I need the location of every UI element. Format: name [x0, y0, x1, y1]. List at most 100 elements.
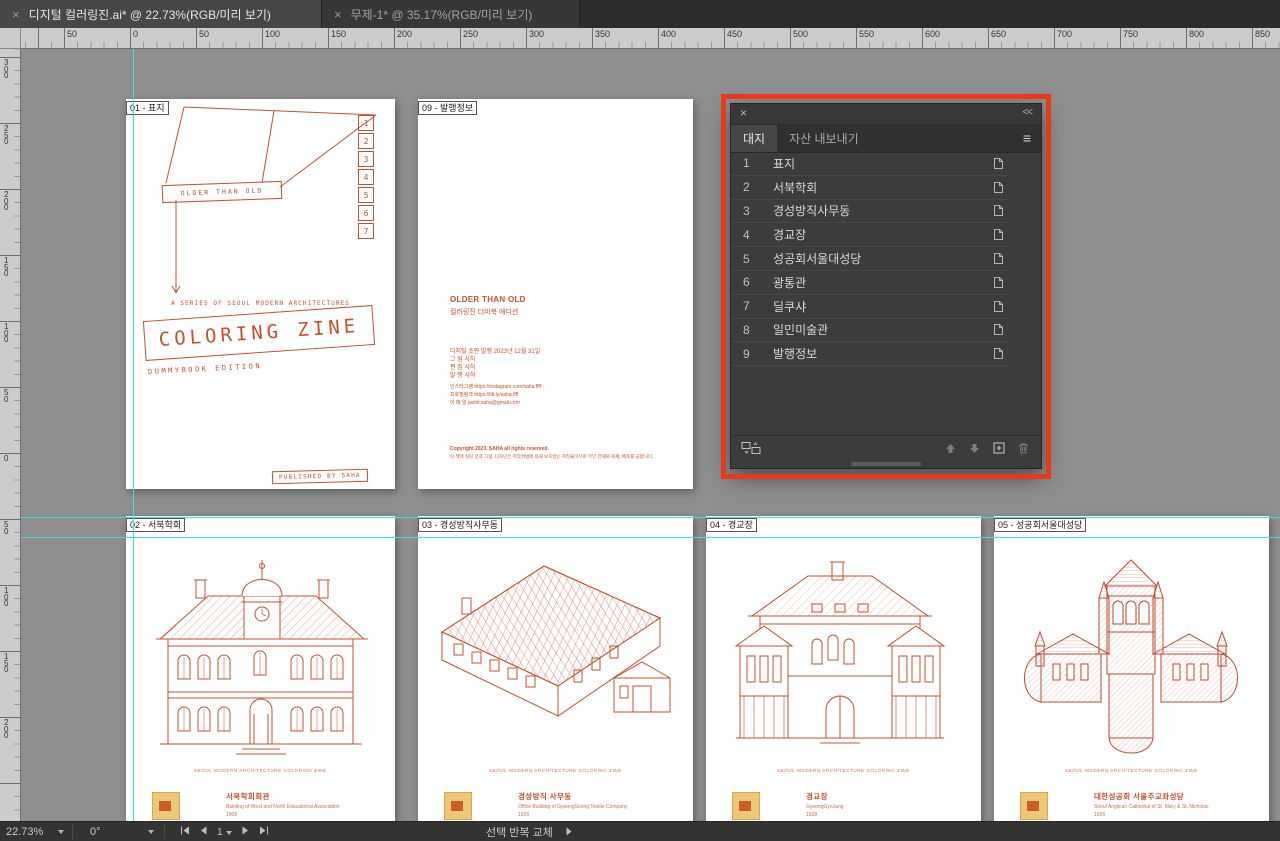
artboard-row[interactable]: 8 일민미술관: [731, 319, 1011, 343]
artboard-03-building[interactable]: 03 - 경성방직사무동 SEOUL MODERN ARCHITECTURE C…: [418, 516, 693, 822]
artboard-number-dropdown[interactable]: 1: [217, 826, 232, 838]
ruler-mark: 2 0 0: [4, 190, 9, 212]
document-tab-label: 무제-1* @ 35.17%(RGB/미리 보기): [350, 7, 533, 22]
artboard-label[interactable]: 02 - 서북학회: [126, 518, 186, 532]
page-icon[interactable]: [985, 228, 1011, 241]
info-copyright: Copyright 2023. SAHA all rights reserved…: [450, 446, 549, 452]
statusbar: 22.73% 0° 1 선택 반복 교체: [0, 821, 1280, 841]
cover-publisher: PUBLISHED BY SAHA: [271, 468, 368, 485]
artboard-label[interactable]: 09 - 발행정보: [418, 101, 478, 115]
artboard-row[interactable]: 7 딜쿠샤: [731, 295, 1011, 319]
page-icon[interactable]: [985, 157, 1011, 170]
close-icon[interactable]: ×: [740, 107, 747, 119]
cover-page-number: 6: [358, 205, 374, 221]
close-icon[interactable]: ×: [12, 8, 20, 21]
page-icon[interactable]: [985, 252, 1011, 265]
ruler-mark: 1 0 0: [4, 322, 9, 344]
artboard-label[interactable]: 03 - 경성방직사무동: [418, 518, 502, 532]
ruler-mark: 400: [661, 29, 677, 39]
page-icon[interactable]: [985, 276, 1011, 289]
artboard-09-info[interactable]: 09 - 발행정보 OLDER THAN OLD 컬러링진 더미북 에디션 디지…: [418, 99, 693, 489]
panel-menu-icon[interactable]: ≡: [1023, 130, 1031, 146]
rotation-value[interactable]: 0°: [90, 822, 101, 841]
status-menu-arrow-icon[interactable]: [566, 822, 572, 841]
guide-vertical[interactable]: [133, 48, 134, 822]
panel-footer-actions: [945, 442, 1041, 454]
info-strip: 서북학회회관 Building of West and North Educat…: [126, 788, 395, 822]
artboard-caption: SEOUL MODERN ARCHITECTURE COLORING ZINE: [489, 768, 622, 773]
tab-artboards[interactable]: 대지: [731, 125, 778, 152]
artboard-row-number: 7: [743, 299, 750, 314]
building-illustration-cathedral: [1024, 559, 1238, 754]
ruler-vertical[interactable]: 3 0 0 2 5 0 2 0 0 1 5 0 1 0 0 5 0 0 5 0 1 0 0 1 5…: [0, 48, 21, 822]
panel-tabbar: 대지 자산 내보내기 ≡: [731, 125, 1041, 153]
ruler-mark: 300: [529, 29, 545, 39]
reference-photo-thumbnail: [152, 792, 180, 820]
thumbnail-graphic: [1027, 801, 1039, 811]
ruler-mark: 100: [265, 29, 281, 39]
previous-artboard-icon[interactable]: [200, 826, 207, 838]
artboard-caption: SEOUL MODERN ARCHITECTURE COLORING ZINE: [1065, 768, 1198, 773]
artboard-caption: SEOUL MODERN ARCHITECTURE COLORING ZINE: [777, 768, 910, 773]
artboard-label[interactable]: 05 - 성공회서울대성당: [994, 518, 1087, 532]
first-artboard-icon[interactable]: [180, 826, 190, 838]
tab-asset-export[interactable]: 자산 내보내기: [777, 125, 871, 152]
strip-title: 서북학회회관: [226, 792, 270, 801]
artboard-05-building[interactable]: 05 - 성공회서울대성당 SEOUL MODERN ARCHITECTURE …: [994, 516, 1269, 822]
guide-horizontal[interactable]: [20, 537, 1280, 538]
move-up-icon[interactable]: [945, 443, 956, 454]
strip-subtitle: GyeongGyoJang: [806, 803, 844, 810]
info-contact-line: 이 메 일 jashit.saha@gmail.com: [450, 400, 520, 406]
ruler-mark: 3 0 0: [4, 58, 9, 80]
artboard-02-building[interactable]: 02 - 서북학회 SEOUL MODERN ARCHITECTURE COLO…: [126, 516, 395, 822]
info-credit-line: 발 행 사하: [450, 373, 476, 379]
chevron-down-icon[interactable]: [148, 822, 154, 841]
artboard-row[interactable]: 1 표지: [731, 152, 1011, 176]
strip-subtitle: Office Building of GyeongSeong Textile C…: [518, 803, 628, 810]
ruler-mark: 500: [793, 29, 809, 39]
new-artboard-icon[interactable]: [993, 442, 1005, 454]
document-tab[interactable]: × 무제-1* @ 35.17%(RGB/미리 보기): [322, 0, 580, 28]
ruler-origin-corner[interactable]: [0, 28, 21, 49]
ruler-mark: 150: [331, 29, 347, 39]
next-artboard-icon[interactable]: [242, 826, 249, 838]
artboard-row-name: 표지: [773, 156, 796, 171]
page-icon[interactable]: [985, 181, 1011, 194]
guide-horizontal[interactable]: [20, 517, 1280, 518]
zoom-level[interactable]: 22.73%: [6, 822, 43, 841]
artboard-row[interactable]: 2 서북학회: [731, 176, 1011, 200]
artboard-row[interactable]: 9 발행정보: [731, 342, 1011, 367]
panel-scrollbar[interactable]: [851, 462, 921, 466]
divider: [72, 824, 73, 839]
artboard-row-number: 4: [743, 227, 750, 242]
page-icon[interactable]: [985, 300, 1011, 313]
thumbnail-graphic: [159, 801, 171, 811]
document-tab-active[interactable]: × 디지털 컬러링진.ai* @ 22.73%(RGB/미리 보기): [0, 0, 322, 28]
collapse-icon[interactable]: <<: [1022, 107, 1033, 118]
close-icon[interactable]: ×: [334, 8, 342, 21]
rearrange-artboards-icon[interactable]: [741, 441, 761, 455]
strip-text: 서북학회회관 Building of West and North Educat…: [226, 791, 340, 818]
chevron-down-icon[interactable]: [58, 822, 64, 841]
ruler-horizontal[interactable]: 50 0 50 100 150 200 250 300 350 400 450 500 550 600 65…: [0, 28, 1280, 49]
info-contact-line: 인스타그램 https://instagram.com/saha.ffff: [450, 384, 542, 390]
artboard-row[interactable]: 6 광통관: [731, 271, 1011, 295]
artboard-04-building[interactable]: 04 - 경교장 SEOUL MODERN ARCHITECTURE COLOR…: [706, 516, 981, 822]
ruler-mark: 50: [199, 29, 210, 39]
page-icon[interactable]: [985, 204, 1011, 217]
canvas[interactable]: 01 - 표지 1234567 OLDER THAN OLD A SERIES …: [20, 48, 1280, 822]
page-icon[interactable]: [985, 323, 1011, 336]
info-copyright-notice: 이 책에 실린 글과 그림, 디자인은 저작권법에 의해 보호받는 저작물이므로…: [450, 454, 654, 459]
artboard-01-cover[interactable]: 01 - 표지 1234567 OLDER THAN OLD A SERIES …: [126, 99, 395, 489]
artboard-row[interactable]: 3 경성방직사무동: [731, 200, 1011, 224]
building-illustration-gyeonggyojang: [734, 561, 946, 744]
info-title: OLDER THAN OLD: [450, 295, 526, 304]
artboard-row[interactable]: 5 성공회서울대성당: [731, 247, 1011, 271]
move-down-icon[interactable]: [969, 443, 980, 454]
last-artboard-icon[interactable]: [259, 826, 269, 838]
page-icon[interactable]: [985, 347, 1011, 360]
artboard-row[interactable]: 4 경교장: [731, 223, 1011, 248]
artboard-label[interactable]: 04 - 경교장: [706, 518, 757, 532]
artboard-row-name: 경교장: [773, 228, 807, 243]
delete-artboard-icon[interactable]: [1018, 442, 1029, 454]
